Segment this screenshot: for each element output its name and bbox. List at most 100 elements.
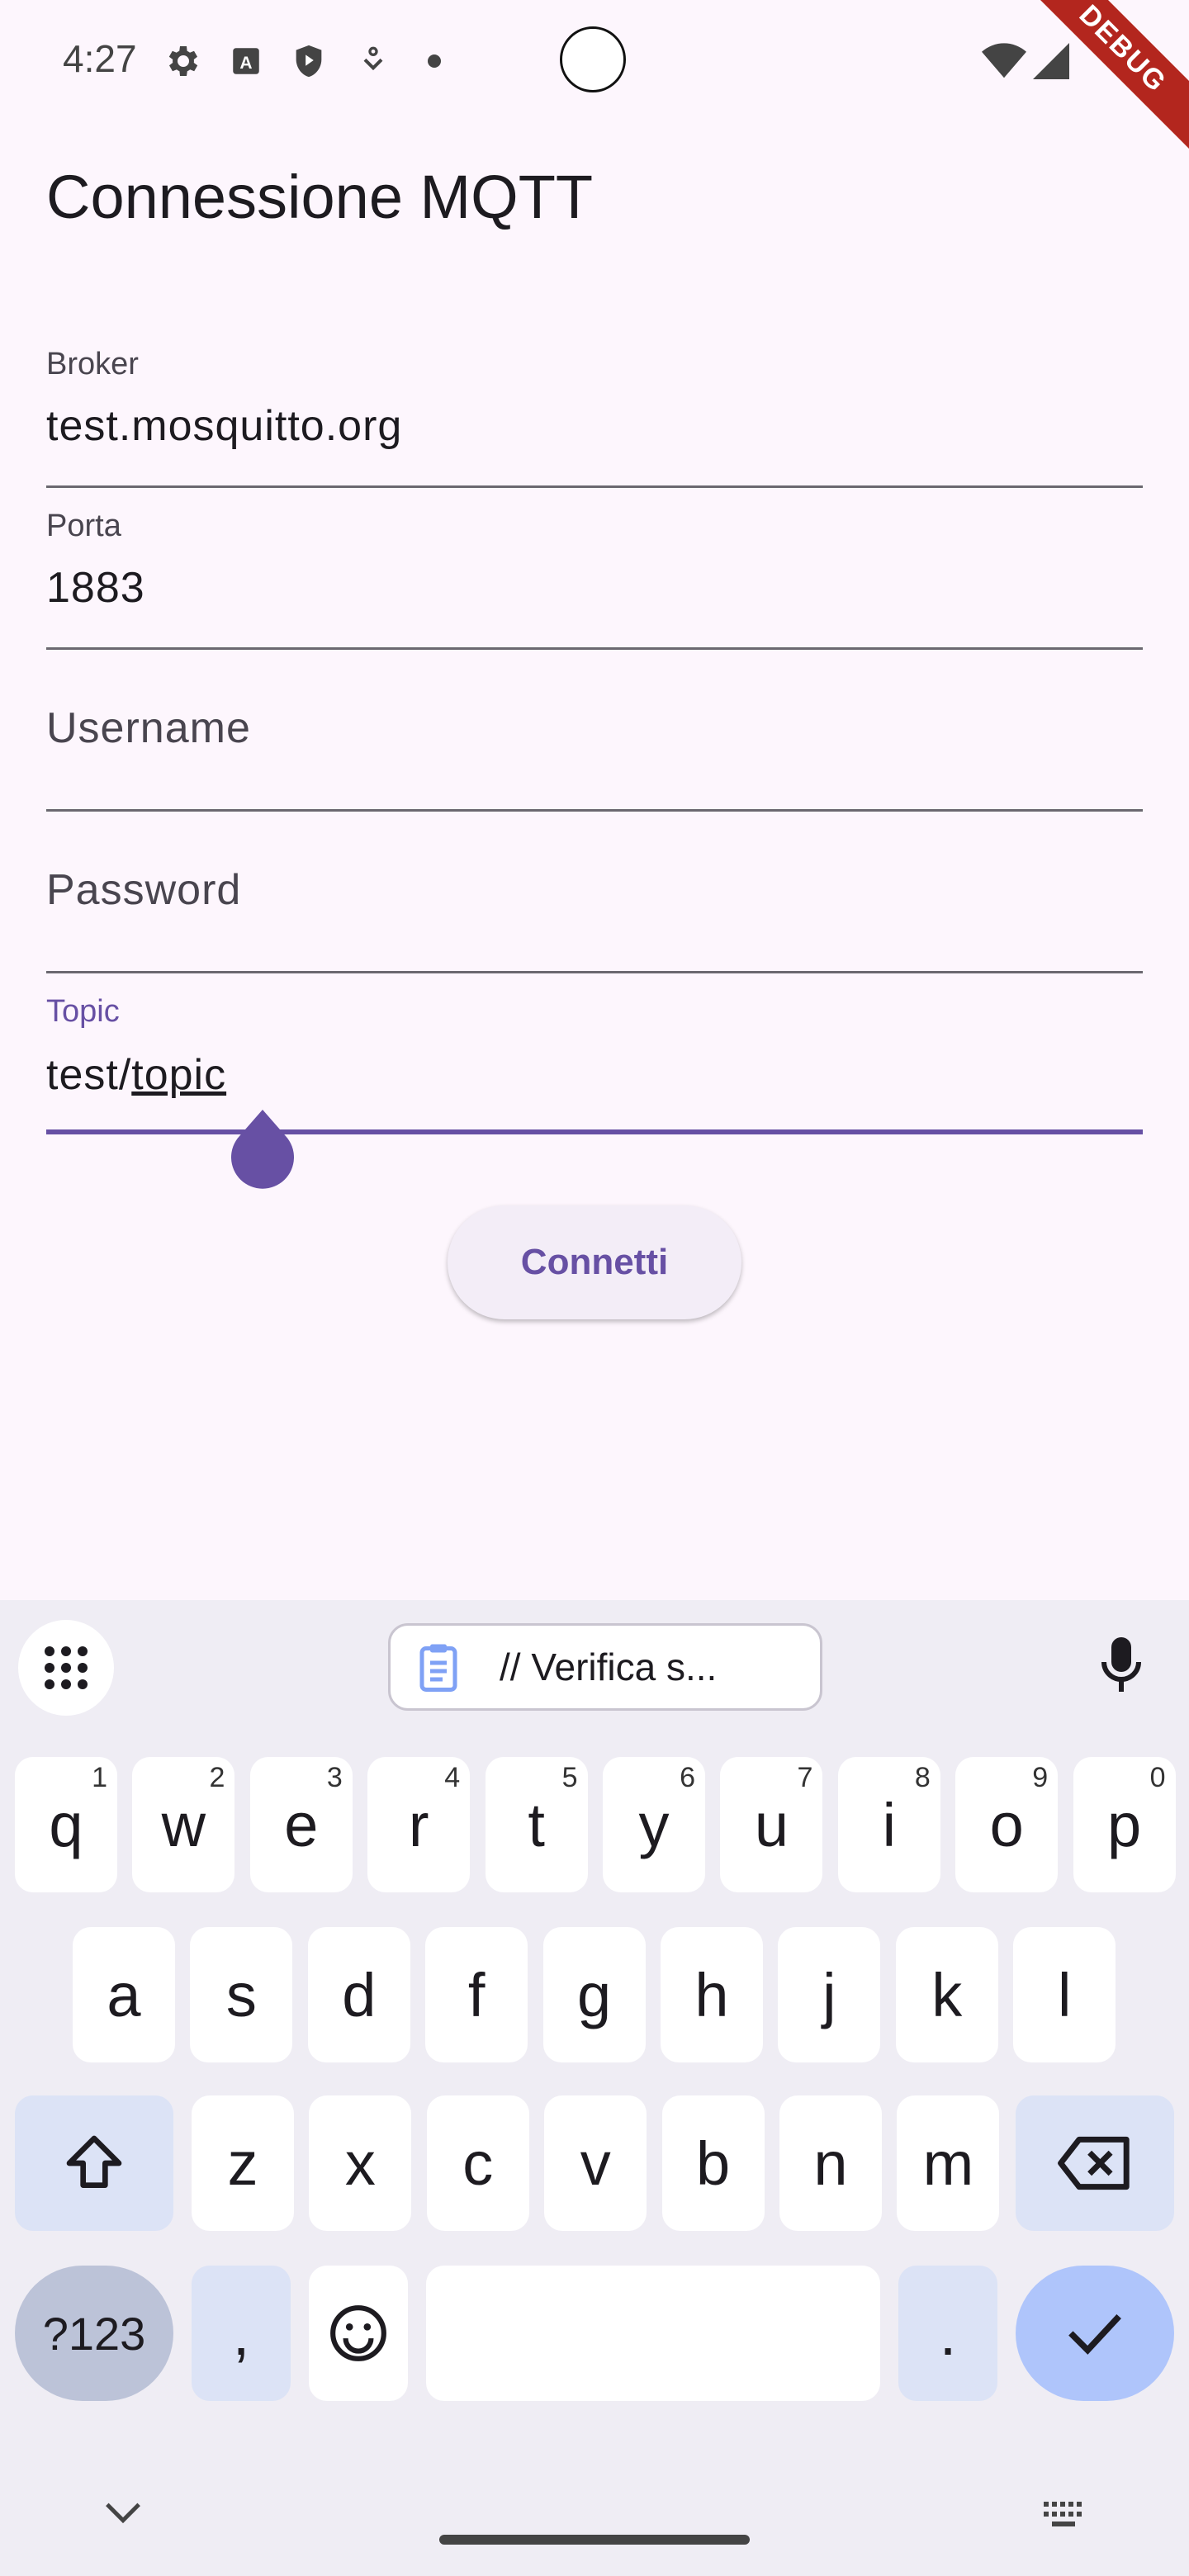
key-b[interactable]: b bbox=[661, 2095, 765, 2231]
key-x[interactable]: x bbox=[309, 2095, 412, 2231]
camera-cutout bbox=[560, 26, 626, 92]
key-u[interactable]: u7 bbox=[720, 1757, 823, 1892]
backspace-icon bbox=[1058, 2136, 1130, 2190]
key-f[interactable]: f bbox=[425, 1927, 528, 2062]
key-g[interactable]: g bbox=[542, 1927, 646, 2062]
key-letter: p bbox=[1107, 1790, 1142, 1859]
key-z[interactable]: z bbox=[192, 2095, 294, 2231]
key-p[interactable]: p0 bbox=[1073, 1757, 1176, 1892]
accessibility-icon bbox=[352, 40, 395, 83]
broker-value: test.mosquitto.org bbox=[46, 402, 403, 450]
key-number-hint: 4 bbox=[444, 1762, 461, 1793]
clipboard-icon bbox=[417, 1642, 460, 1692]
broker-underline bbox=[46, 485, 1143, 488]
port-label: Porta bbox=[46, 509, 121, 543]
password-placeholder: Password bbox=[46, 866, 242, 914]
port-value: 1883 bbox=[46, 564, 145, 612]
key-number-hint: 8 bbox=[914, 1762, 931, 1793]
key-r[interactable]: r4 bbox=[367, 1757, 471, 1892]
topic-value-prefix: test/ bbox=[46, 1051, 132, 1099]
key-c[interactable]: c bbox=[426, 2095, 529, 2231]
key-number-hint: 1 bbox=[92, 1762, 107, 1793]
wifi-icon bbox=[981, 40, 1027, 83]
key-number-hint: 0 bbox=[1149, 1762, 1166, 1793]
shift-icon bbox=[66, 2135, 122, 2188]
key-m[interactable]: m bbox=[897, 2095, 1000, 2231]
connect-button[interactable]: Connetti bbox=[448, 1205, 741, 1319]
font-a-icon: A bbox=[225, 40, 268, 83]
username-underline bbox=[46, 809, 1143, 812]
key-y[interactable]: y6 bbox=[603, 1757, 705, 1892]
key-letter: e bbox=[284, 1790, 319, 1859]
apps-grid-icon bbox=[45, 1646, 88, 1689]
shift-key[interactable] bbox=[15, 2095, 173, 2231]
key-number-hint: 7 bbox=[797, 1762, 813, 1793]
key-d[interactable]: d bbox=[307, 1927, 410, 2062]
backspace-key[interactable] bbox=[1016, 2095, 1174, 2231]
page-title: Connessione MQTT bbox=[46, 163, 594, 231]
key-a[interactable]: a bbox=[73, 1927, 175, 2062]
key-number-hint: 6 bbox=[680, 1762, 695, 1793]
done-key[interactable] bbox=[1016, 2266, 1174, 2401]
microphone-icon[interactable] bbox=[1097, 1635, 1146, 1698]
notification-dot-icon bbox=[413, 40, 456, 83]
key-number-hint: 3 bbox=[326, 1762, 343, 1793]
topic-label: Topic bbox=[46, 994, 120, 1029]
space-key[interactable] bbox=[426, 2266, 880, 2401]
key-o[interactable]: o9 bbox=[955, 1757, 1059, 1892]
emoji-icon bbox=[330, 2305, 386, 2361]
keyboard-switch-icon[interactable] bbox=[1042, 2500, 1090, 2534]
key-i[interactable]: i8 bbox=[837, 1757, 940, 1892]
broker-label: Broker bbox=[46, 347, 139, 381]
status-bar: 4:27 A DEBUG bbox=[0, 0, 1189, 177]
key-number-hint: 2 bbox=[209, 1762, 225, 1793]
shield-play-icon bbox=[287, 40, 330, 83]
hide-keyboard-chevron-icon[interactable] bbox=[104, 2500, 142, 2529]
key-letter: r bbox=[408, 1790, 429, 1859]
key-t[interactable]: t5 bbox=[485, 1757, 588, 1892]
status-time: 4:27 bbox=[63, 37, 137, 80]
symbols-key[interactable]: ?123 bbox=[15, 2266, 173, 2401]
key-letter: q bbox=[49, 1790, 83, 1859]
key-h[interactable]: h bbox=[661, 1927, 763, 2062]
key-q[interactable]: q1 bbox=[15, 1757, 117, 1892]
key-e[interactable]: e3 bbox=[249, 1757, 353, 1892]
broker-field[interactable]: Broker test.mosquitto.org bbox=[46, 339, 1143, 500]
key-letter: o bbox=[989, 1790, 1024, 1859]
cursor-handle[interactable] bbox=[228, 1110, 297, 1189]
key-number-hint: 9 bbox=[1032, 1762, 1049, 1793]
period-key[interactable]: . bbox=[898, 2266, 997, 2401]
port-field[interactable]: Porta 1883 bbox=[46, 500, 1143, 662]
port-underline bbox=[46, 647, 1143, 650]
cell-signal-icon bbox=[1032, 40, 1070, 83]
key-n[interactable]: n bbox=[779, 2095, 882, 2231]
username-placeholder: Username bbox=[46, 704, 251, 752]
soft-keyboard: // Verifica s... q1w2e3r4t5y6u7i8o9p0 as… bbox=[0, 1600, 1189, 2576]
topic-composing-text: topic bbox=[131, 1051, 227, 1099]
topic-underline bbox=[46, 1129, 1143, 1134]
password-field[interactable]: Password bbox=[46, 824, 1143, 986]
key-s[interactable]: s bbox=[190, 1927, 293, 2062]
home-gesture-bar[interactable] bbox=[439, 2535, 750, 2545]
key-letter: u bbox=[754, 1790, 789, 1859]
keyboard-menu-button[interactable] bbox=[18, 1620, 114, 1716]
key-j[interactable]: j bbox=[778, 1927, 881, 2062]
key-k[interactable]: k bbox=[895, 1927, 998, 2062]
comma-key[interactable]: , bbox=[192, 2266, 291, 2401]
checkmark-icon bbox=[1068, 2314, 1121, 2355]
password-underline bbox=[46, 971, 1143, 973]
svg-text:A: A bbox=[239, 54, 252, 73]
settings-gear-icon bbox=[160, 40, 203, 83]
key-number-hint: 5 bbox=[561, 1762, 578, 1793]
topic-field[interactable]: Topic test/topic bbox=[46, 987, 1143, 1149]
debug-banner: DEBUG bbox=[995, 0, 1189, 177]
key-letter: w bbox=[161, 1790, 206, 1859]
key-l[interactable]: l bbox=[1013, 1927, 1116, 2062]
key-v[interactable]: v bbox=[544, 2095, 647, 2231]
topic-value: test/topic bbox=[46, 1050, 226, 1100]
key-letter: y bbox=[638, 1790, 670, 1859]
emoji-key[interactable] bbox=[309, 2266, 408, 2401]
clipboard-suggestion-chip[interactable]: // Verifica s... bbox=[388, 1623, 822, 1711]
username-field[interactable]: Username bbox=[46, 662, 1143, 824]
key-w[interactable]: w2 bbox=[132, 1757, 235, 1892]
